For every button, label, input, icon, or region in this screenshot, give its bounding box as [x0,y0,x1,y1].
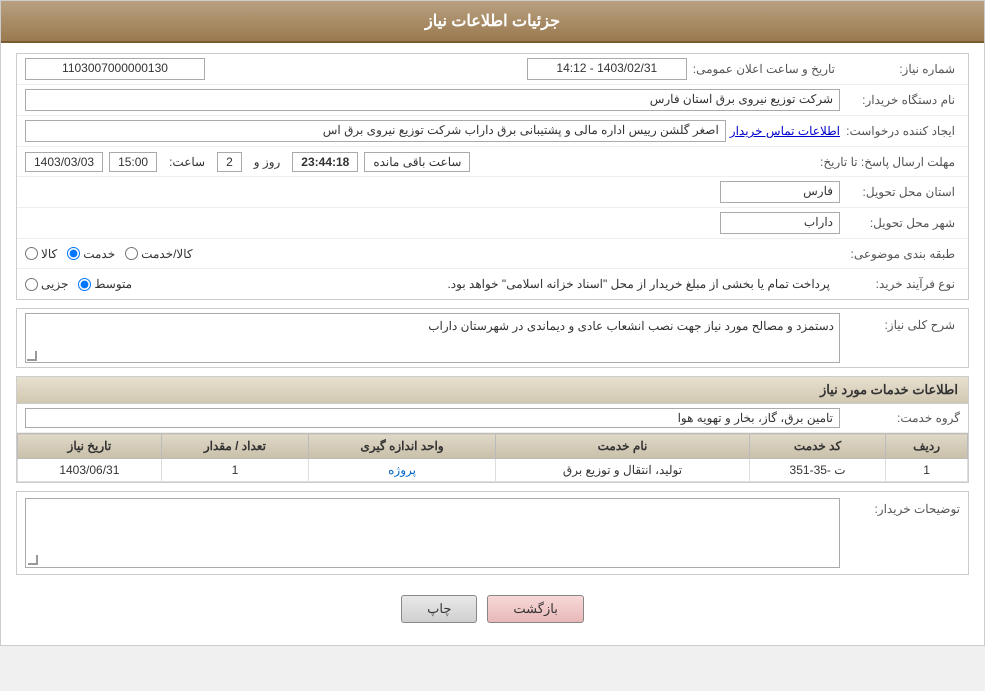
need-desc-section: شرح کلی نیاز: دستمزد و مصالح مورد نیاز ج… [16,308,969,368]
col-date: تاریخ نیاز [18,434,162,459]
creator-value: اصغر گلشن رییس اداره مالی و پشتیبانی برق… [25,120,726,142]
category-option-both[interactable]: کالا/خدمت [125,247,192,261]
procurement-label: نوع فرآیند خرید: [840,277,960,291]
buyer-name-row: نام دستگاه خریدار: شرکت توزیع نیروی برق … [17,85,968,116]
table-cell-4: 1 [161,459,308,482]
creator-link[interactable]: اطلاعات تماس خریدار [730,124,840,138]
page-wrapper: جزئیات اطلاعات نیاز شماره نیاز: تاریخ و … [0,0,985,646]
category-radio-group: کالا/خدمت خدمت کالا [25,247,840,261]
col-row-num: ردیف [886,434,968,459]
deadline-timer: 23:44:18 [292,152,358,172]
need-number-label: شماره نیاز: [840,62,960,76]
province-row: استان محل تحویل: فارس [17,177,968,208]
table-cell-2: تولید، انتقال و توزیع برق [496,459,750,482]
need-number-value: 1103007000000130 [25,58,205,80]
category-kala-radio[interactable] [25,247,38,260]
services-header: اطلاعات خدمات مورد نیاز [17,377,968,404]
resize-handle[interactable] [27,351,37,361]
page-header: جزئیات اطلاعات نیاز [1,1,984,43]
deadline-time: 15:00 [109,152,157,172]
proc-jozii-label: جزیی [41,277,68,291]
col-service-code: کد خدمت [749,434,885,459]
time-label: ساعت: [163,153,211,171]
procurement-desc: پرداخت تمام یا بخشی از مبلغ خریدار از مح… [142,277,840,291]
category-option-kala[interactable]: کالا [25,247,57,261]
proc-motavasset-label: متوسط [94,277,132,291]
button-row: بازگشت چاپ [16,583,969,635]
proc-jozii-radio[interactable] [25,278,38,291]
deadline-remaining-label: ساعت باقی مانده [364,152,470,172]
category-khedmat-radio[interactable] [67,247,80,260]
col-unit: واحد اندازه گیری [309,434,496,459]
need-desc-row: شرح کلی نیاز: دستمزد و مصالح مورد نیاز ج… [17,309,968,367]
table-cell-0: 1 [886,459,968,482]
service-group-label: گروه خدمت: [840,411,960,425]
back-button[interactable]: بازگشت [487,595,583,623]
deadline-days: 2 [217,152,242,172]
services-table: ردیف کد خدمت نام خدمت واحد اندازه گیری ت… [17,433,968,482]
category-both-label: کالا/خدمت [141,247,192,261]
content-area: شماره نیاز: تاریخ و ساعت اعلان عمومی: 14… [1,43,984,645]
city-value: داراب [720,212,840,234]
table-cell-3: پروژه [309,459,496,482]
buyer-name-label: نام دستگاه خریدار: [840,93,960,107]
buyer-desc-box[interactable] [25,498,840,568]
announce-value: 1403/02/31 - 14:12 [527,58,687,80]
buyer-name-value: شرکت توزیع نیروی برق استان فارس [25,89,840,111]
category-khedmat-label: خدمت [83,247,115,261]
day-label: روز و [248,153,287,171]
deadline-label: مهلت ارسال پاسخ: تا تاریخ: [820,155,960,169]
col-quantity: تعداد / مقدار [161,434,308,459]
table-row: 1ت -35-351تولید، انتقال و توزیع برقپروژه… [18,459,968,482]
province-value: فارس [720,181,840,203]
city-label: شهر محل تحویل: [840,216,960,230]
deadline-date: 1403/03/03 [25,152,103,172]
procurement-row: نوع فرآیند خرید: پرداخت تمام یا بخشی از … [17,269,968,299]
buyer-desc-section: توضیحات خریدار: [16,491,969,575]
buyer-desc-label: توضیحات خریدار: [840,498,960,516]
proc-option-motavasset[interactable]: متوسط [78,277,132,291]
table-cell-5: 1403/06/31 [18,459,162,482]
page-title: جزئیات اطلاعات نیاز [425,13,560,30]
category-option-khedmat[interactable]: خدمت [67,247,115,261]
category-kala-label: کالا [41,247,57,261]
need-number-row: شماره نیاز: تاریخ و ساعت اعلان عمومی: 14… [17,54,968,85]
buyer-desc-resize[interactable] [28,555,38,565]
buyer-desc-content: توضیحات خریدار: [17,492,968,574]
category-row: طبقه بندی موضوعی: کالا/خدمت خدمت کالا [17,239,968,269]
creator-label: ایجاد کننده درخواست: [840,124,960,138]
category-both-radio[interactable] [125,247,138,260]
need-desc-label: شرح کلی نیاز: [840,313,960,332]
proc-motavasset-radio[interactable] [78,278,91,291]
category-label: طبقه بندی موضوعی: [840,247,960,261]
col-service-name: نام خدمت [496,434,750,459]
print-button[interactable]: چاپ [401,595,477,623]
proc-option-jozii[interactable]: جزیی [25,277,68,291]
announce-label: تاریخ و ساعت اعلان عمومی: [693,62,840,76]
services-section: اطلاعات خدمات مورد نیاز گروه خدمت: تامین… [16,376,969,483]
province-label: استان محل تحویل: [840,185,960,199]
main-info-section: شماره نیاز: تاریخ و ساعت اعلان عمومی: 14… [16,53,969,300]
table-cell-1: ت -35-351 [749,459,885,482]
creator-row: ایجاد کننده درخواست: اطلاعات تماس خریدار… [17,116,968,147]
service-group-row: گروه خدمت: تامین برق، گاز، بخار و تهویه … [17,404,968,433]
need-desc-value: دستمزد و مصالح مورد نیاز جهت نصب انشعاب … [25,313,840,363]
deadline-row: مهلت ارسال پاسخ: تا تاریخ: ساعت باقی مان… [17,147,968,177]
service-group-value: تامین برق، گاز، بخار و تهویه هوا [25,408,840,428]
city-row: شهر محل تحویل: داراب [17,208,968,239]
